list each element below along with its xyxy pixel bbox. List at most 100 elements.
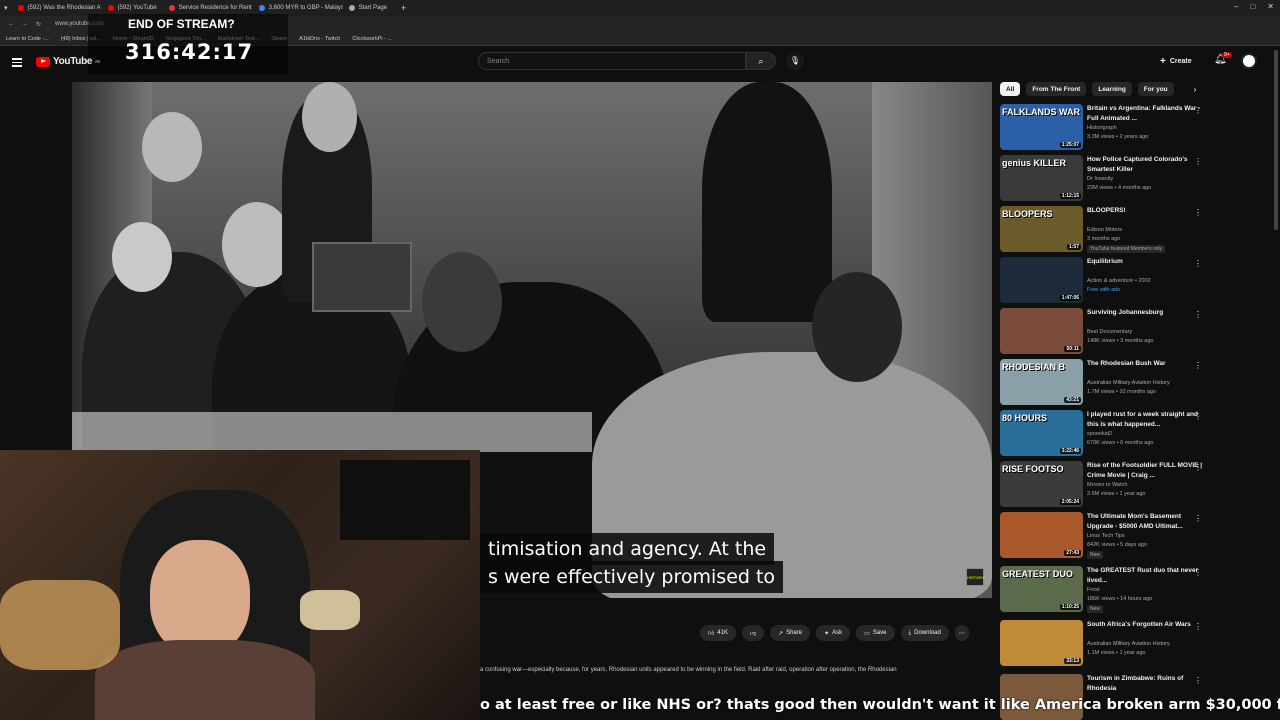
more-options-icon[interactable]: ⋮ (1194, 157, 1202, 166)
tab-favicon-icon (258, 5, 265, 11)
recommendation-title[interactable]: The GREATEST Rust duo that never lived..… (1087, 566, 1205, 586)
video-thumbnail[interactable]: GREATEST DUO 1:10:25 (1000, 566, 1083, 612)
video-thumbnail[interactable]: 33:13 (1000, 620, 1083, 666)
recommendation-title[interactable]: Equilibrium (1087, 257, 1205, 267)
share-button[interactable]: ↗ Share (770, 625, 811, 641)
channel-name[interactable]: Action & adventure • 2002 (1087, 278, 1151, 284)
video-thumbnail[interactable]: RISE FOOTSO 2:05:24 (1000, 461, 1083, 507)
hamburger-menu-icon[interactable] (12, 56, 22, 67)
video-thumbnail[interactable]: 50:11 (1000, 308, 1083, 354)
youtube-logo[interactable]: YouTube FR (36, 56, 100, 67)
browser-tab[interactable]: 3,600 MYR to GBP - Malays (253, 1, 343, 15)
filter-chip[interactable]: From The Front (1026, 82, 1087, 96)
more-options-icon[interactable]: ⋮ (1194, 361, 1202, 370)
recommendation-title[interactable]: The Ultimate Mom's Basement Upgrade - $5… (1087, 512, 1205, 532)
avatar[interactable] (1241, 53, 1257, 69)
recommendation-title[interactable]: South Africa's Forgotten Air Wars (1087, 620, 1205, 630)
video-document-box (312, 242, 412, 312)
filter-chip[interactable]: For you (1137, 82, 1174, 96)
recommendation-item[interactable]: RISE FOOTSO 2:05:24 Rise of the Footsoldie… (1000, 461, 1272, 509)
ask-button[interactable]: ✦ Ask (816, 625, 851, 641)
browser-tab[interactable]: (592) Was the Rhodesian A (12, 1, 102, 15)
like-button[interactable]: 👍︎ 41K (700, 625, 736, 641)
recommendation-item[interactable]: FALKLANDS WAR 1:25:07 Britain vs Argentina… (1000, 104, 1272, 152)
more-options-icon[interactable]: ⋮ (1194, 514, 1202, 523)
channel-name[interactable]: spoonkid2 (1087, 431, 1112, 437)
video-thumbnail[interactable]: 80 HOURS 3:22:46 (1000, 410, 1083, 456)
close-window-button[interactable]: ✕ (1267, 2, 1274, 11)
youtube-play-icon (36, 56, 50, 67)
browser-tab[interactable]: Start Page (343, 1, 393, 15)
channel-name[interactable]: Australian Military Aviation History (1087, 380, 1170, 386)
search-button[interactable]: ⌕ (746, 52, 776, 70)
channel-name[interactable]: Best Documentary (1087, 329, 1132, 335)
create-button[interactable]: + Create (1160, 54, 1192, 68)
maximize-button[interactable]: □ (1250, 2, 1255, 11)
back-icon[interactable]: ← (8, 21, 14, 27)
channel-name[interactable]: Movies to Watch (1087, 482, 1127, 488)
scrollbar[interactable] (1274, 50, 1278, 230)
video-description[interactable]: a confusing war—especially because, for … (480, 666, 970, 675)
recommendation-item[interactable]: RHODESIAN B 43:21 The Rhodesian Bush War Au… (1000, 359, 1272, 407)
more-options-icon[interactable]: ⋮ (1194, 208, 1202, 217)
more-options-icon[interactable]: ⋮ (1194, 676, 1202, 685)
recommendation-title[interactable]: I played rust for a week straight and th… (1087, 410, 1205, 430)
browser-tab[interactable]: (592) YouTube (102, 1, 163, 15)
more-actions-button[interactable]: ⋯ (954, 625, 969, 641)
recommendation-title[interactable]: How Police Captured Colorado's Smartest … (1087, 155, 1205, 175)
recommendation-title[interactable]: Rise of the Footsoldier FULL MOVIE | Cri… (1087, 461, 1205, 481)
video-thumbnail[interactable]: BLOOPERS 1:57 (1000, 206, 1083, 252)
channel-name[interactable]: Dr Insanity (1087, 176, 1113, 182)
recommendation-item[interactable]: 80 HOURS 3:22:46 I played rust for a week … (1000, 410, 1272, 458)
filter-chip[interactable]: Learning (1092, 82, 1132, 96)
more-options-icon[interactable]: ⋮ (1194, 310, 1202, 319)
recommendation-title[interactable]: Tourism in Zimbabwe: Ruins of Rhodesia (1087, 674, 1205, 694)
new-tab-button[interactable]: + (393, 3, 414, 13)
recommendation-item[interactable]: GREATEST DUO 1:10:25 The GREATEST Rust duo… (1000, 566, 1272, 614)
voice-search-button[interactable]: 🎙︎ (786, 52, 804, 70)
video-thumbnail[interactable]: 27:43 (1000, 512, 1083, 558)
channel-name[interactable]: Linus Tech Tips (1087, 533, 1125, 539)
channel-name[interactable]: Frost (1087, 587, 1100, 593)
channel-name[interactable]: Historigraph (1087, 125, 1117, 131)
browser-tab[interactable]: Service Residence for Rent (163, 1, 253, 15)
bookmark-item[interactable]: Learn to Code -... (6, 36, 49, 42)
more-options-icon[interactable]: ⋮ (1194, 622, 1202, 631)
video-thumbnail[interactable]: RHODESIAN B 43:21 (1000, 359, 1083, 405)
more-options-icon[interactable]: ⋮ (1194, 412, 1202, 421)
more-options-icon[interactable]: ⋮ (1194, 259, 1202, 268)
tab-label: (592) YouTube (117, 5, 157, 11)
search-input[interactable]: Search (478, 52, 746, 70)
bookmark-item[interactable]: A1biDrix - Twitch (299, 36, 340, 42)
forward-icon[interactable]: → (22, 21, 28, 27)
channel-name[interactable]: Australian Military Aviation History (1087, 641, 1170, 647)
video-thumbnail[interactable]: FALKLANDS WAR 1:25:07 (1000, 104, 1083, 150)
recommendation-title[interactable]: Britain vs Argentina: Falklands War - Fu… (1087, 104, 1205, 124)
channel-name[interactable]: Edison Motors (1087, 227, 1122, 233)
recommendation-item[interactable]: genius KILLER 1:12:15 How Police Captured … (1000, 155, 1272, 203)
save-button[interactable]: ▭ Save (856, 625, 895, 641)
video-thumbnail[interactable]: 1:47:06 (1000, 257, 1083, 303)
chevron-right-icon[interactable]: › (1194, 85, 1197, 94)
bookmark-item[interactable]: ClockworkPi - ... (352, 36, 392, 42)
filter-chip[interactable]: All (1000, 82, 1021, 96)
recommendation-item[interactable]: 1:47:06 Equilibrium Action & adventure • 2… (1000, 257, 1272, 305)
reload-icon[interactable]: ↻ (36, 21, 41, 28)
recommendation-item[interactable]: 33:13 South Africa's Forgotten Air Wars Au… (1000, 620, 1272, 668)
browser-menu-icon[interactable]: ▾ (0, 4, 12, 12)
recommendation-item[interactable]: 50:11 Surviving Johannesburg Best Document… (1000, 308, 1272, 356)
video-thumbnail[interactable]: genius KILLER 1:12:15 (1000, 155, 1083, 201)
recommendation-title[interactable]: BLOOPERS! (1087, 206, 1205, 216)
recommendation-title[interactable]: Surviving Johannesburg (1087, 308, 1205, 318)
recommendation-item[interactable]: 27:43 The Ultimate Mom's Basement Upgrade… (1000, 512, 1272, 560)
recommendation-item[interactable]: BLOOPERS 1:57 BLOOPERS! Edison Motors 3 mont… (1000, 206, 1272, 254)
recommendation-title[interactable]: The Rhodesian Bush War (1087, 359, 1205, 369)
more-options-icon[interactable]: ⋮ (1194, 568, 1202, 577)
dislike-button[interactable]: 👎︎ (741, 625, 765, 641)
download-button[interactable]: ⤓ Download (900, 625, 949, 641)
channel-watermark-icon[interactable]: HISTORY (966, 568, 985, 586)
more-options-icon[interactable]: ⋮ (1194, 106, 1202, 115)
more-options-icon[interactable]: ⋮ (1194, 463, 1202, 472)
video-meta: 23M views • 4 months ago (1087, 185, 1152, 191)
minimize-button[interactable]: – (1234, 2, 1238, 11)
